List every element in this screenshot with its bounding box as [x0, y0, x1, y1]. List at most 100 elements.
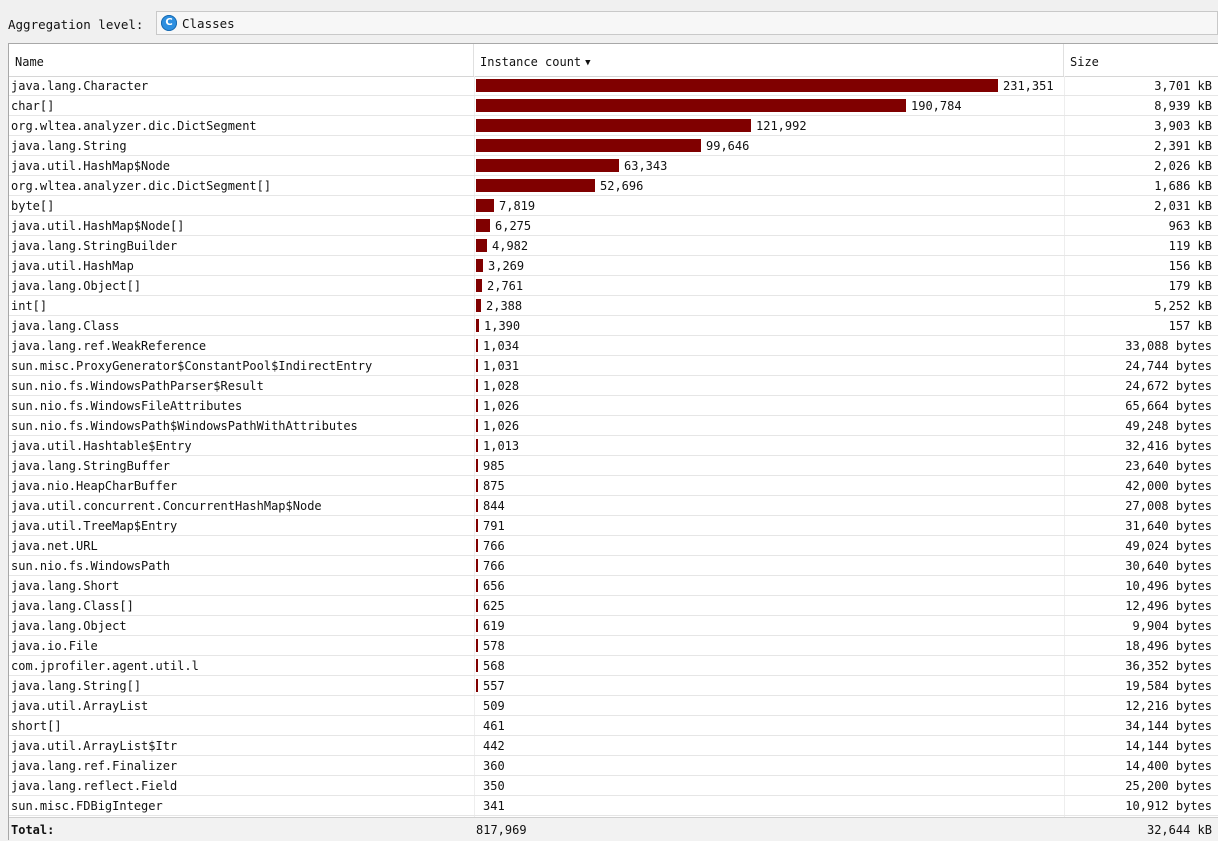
instance-count-value: 875	[483, 479, 505, 493]
table-row[interactable]: java.lang.reflect.Field 350 25,200 bytes	[9, 776, 1218, 796]
instance-count-cell: 766	[476, 536, 1061, 556]
instance-count-bar	[476, 379, 478, 392]
instance-count-cell: 350	[476, 776, 1061, 796]
table-row[interactable]: byte[] 7,819 2,031 kB	[9, 196, 1218, 216]
table-header: Name Instance count ▼ Size	[9, 44, 1218, 77]
instance-count-bar	[476, 499, 478, 512]
class-name: java.lang.Class	[11, 319, 120, 333]
instance-count-value: 509	[483, 699, 505, 713]
instance-count-cell: 360	[476, 756, 1061, 776]
instance-count-value: 442	[483, 739, 505, 753]
instance-count-bar	[476, 419, 478, 432]
table-row[interactable]: sun.nio.fs.WindowsFileAttributes 1,026 65,…	[9, 396, 1218, 416]
instance-count-value: 231,351	[1003, 79, 1054, 93]
table-row[interactable]: sun.misc.ProxyGenerator$ConstantPool$Ind…	[9, 356, 1218, 376]
class-name: java.util.HashMap	[11, 259, 134, 273]
table-row[interactable]: java.lang.ref.WeakReference 1,034 33,088 b…	[9, 336, 1218, 356]
table-row[interactable]: java.lang.Class[] 625 12,496 bytes	[9, 596, 1218, 616]
size-value: 14,400 bytes	[1125, 759, 1212, 773]
instance-count-bar	[476, 319, 479, 332]
instance-count-cell: 4,982	[476, 236, 1061, 256]
table-row[interactable]: sun.nio.fs.WindowsPath 766 30,640 bytes	[9, 556, 1218, 576]
table-row[interactable]: java.net.URL 766 49,024 bytes	[9, 536, 1218, 556]
instance-count-cell: 1,026	[476, 396, 1061, 416]
instance-count-cell: 190,784	[476, 96, 1061, 116]
table-row[interactable]: java.util.HashMap$Node[] 6,275 963 kB	[9, 216, 1218, 236]
size-value: 33,088 bytes	[1125, 339, 1212, 353]
size-value: 2,026 kB	[1154, 159, 1212, 173]
table-row[interactable]: java.lang.String 99,646 2,391 kB	[9, 136, 1218, 156]
size-value: 49,024 bytes	[1125, 539, 1212, 553]
table-row[interactable]: sun.nio.fs.WindowsPath$WindowsPathWithAt…	[9, 416, 1218, 436]
size-value: 119 kB	[1168, 239, 1212, 253]
class-name: int[]	[11, 299, 48, 313]
table-row[interactable]: java.util.ArrayList 509 12,216 bytes	[9, 696, 1218, 716]
instance-count-value: 568	[483, 659, 505, 673]
instance-count-cell: 656	[476, 576, 1061, 596]
instance-count-cell: 52,696	[476, 176, 1061, 196]
instance-count-cell: 1,028	[476, 376, 1061, 396]
class-name: java.util.concurrent.ConcurrentHashMap$N…	[11, 499, 322, 513]
table-row[interactable]: org.wltea.analyzer.dic.DictSegment[] 52,6…	[9, 176, 1218, 196]
class-name: java.lang.reflect.Field	[11, 779, 178, 793]
table-row[interactable]: sun.nio.fs.WindowsPathParser$Result 1,028…	[9, 376, 1218, 396]
table-row[interactable]: com.jprofiler.agent.util.l 568 36,352 byte…	[9, 656, 1218, 676]
instance-count-value: 52,696	[600, 179, 644, 193]
column-header-name-label: Name	[15, 55, 44, 69]
table-row[interactable]: java.io.File 578 18,496 bytes	[9, 636, 1218, 656]
instance-count-value: 766	[483, 559, 505, 573]
table-row[interactable]: org.wltea.analyzer.dic.DictSegment 121,99…	[9, 116, 1218, 136]
class-name: java.util.HashMap$Node[]	[11, 219, 185, 233]
instance-count-value: 625	[483, 599, 505, 613]
table-row[interactable]: int[] 2,388 5,252 kB	[9, 296, 1218, 316]
instance-count-cell: 791	[476, 516, 1061, 536]
instance-count-cell: 625	[476, 596, 1061, 616]
table-row[interactable]: java.lang.Object 619 9,904 bytes	[9, 616, 1218, 636]
instance-count-bar	[476, 559, 478, 572]
class-name: org.wltea.analyzer.dic.DictSegment	[11, 119, 257, 133]
instance-count-value: 2,388	[486, 299, 523, 313]
table-row[interactable]: char[] 190,784 8,939 kB	[9, 96, 1218, 116]
class-name: java.lang.String	[11, 139, 127, 153]
table-row[interactable]: java.util.concurrent.ConcurrentHashMap$N…	[9, 496, 1218, 516]
instance-count-cell: 2,761	[476, 276, 1061, 296]
column-header-size[interactable]: Size	[1064, 44, 1214, 76]
size-value: 1,686 kB	[1154, 179, 1212, 193]
size-value: 30,640 bytes	[1125, 559, 1212, 573]
class-name: java.lang.StringBuilder	[11, 239, 178, 253]
table-row[interactable]: java.lang.Character 231,351 3,701 kB	[9, 76, 1218, 96]
instance-count-bar	[476, 519, 478, 532]
table-row[interactable]: java.util.ArrayList$Itr 442 14,144 bytes	[9, 736, 1218, 756]
instance-count-cell: 1,013	[476, 436, 1061, 456]
aggregation-level-dropdown[interactable]: C Classes	[156, 11, 1218, 35]
size-value: 9,904 bytes	[1132, 619, 1212, 633]
instance-count-value: 1,034	[483, 339, 520, 353]
class-name: java.util.TreeMap$Entry	[11, 519, 178, 533]
size-value: 963 kB	[1168, 219, 1212, 233]
instance-count-cell: 1,031	[476, 356, 1061, 376]
table-row[interactable]: java.lang.Short 656 10,496 bytes	[9, 576, 1218, 596]
instance-count-cell: 1,390	[476, 316, 1061, 336]
table-row[interactable]: java.lang.Object[] 2,761 179 kB	[9, 276, 1218, 296]
table-row[interactable]: java.util.Hashtable$Entry 1,013 32,416 byt…	[9, 436, 1218, 456]
table-row[interactable]: java.util.TreeMap$Entry 791 31,640 bytes	[9, 516, 1218, 536]
table-row[interactable]: sun.misc.FDBigInteger 341 10,912 bytes	[9, 796, 1218, 816]
table-row[interactable]: java.util.HashMap 3,269 156 kB	[9, 256, 1218, 276]
table-row[interactable]: java.lang.StringBuilder 4,982 119 kB	[9, 236, 1218, 256]
class-name: sun.nio.fs.WindowsPath	[11, 559, 170, 573]
table-row[interactable]: short[] 461 34,144 bytes	[9, 716, 1218, 736]
column-header-instance-count[interactable]: Instance count ▼	[474, 44, 1064, 76]
size-value: 156 kB	[1168, 259, 1212, 273]
instance-count-cell: 2,388	[476, 296, 1061, 316]
table-row[interactable]: java.util.HashMap$Node 63,343 2,026 kB	[9, 156, 1218, 176]
table-row[interactable]: java.nio.HeapCharBuffer 875 42,000 bytes	[9, 476, 1218, 496]
instance-count-bar	[476, 359, 478, 372]
column-header-name[interactable]: Name	[9, 44, 474, 76]
table-row[interactable]: java.lang.String[] 557 19,584 bytes	[9, 676, 1218, 696]
instance-count-bar	[476, 279, 482, 292]
instance-count-bar	[476, 79, 998, 92]
table-row[interactable]: java.lang.StringBuffer 985 23,640 bytes	[9, 456, 1218, 476]
instance-count-cell: 1,026	[476, 416, 1061, 436]
table-row[interactable]: java.lang.Class 1,390 157 kB	[9, 316, 1218, 336]
table-row[interactable]: java.lang.ref.Finalizer 360 14,400 bytes	[9, 756, 1218, 776]
